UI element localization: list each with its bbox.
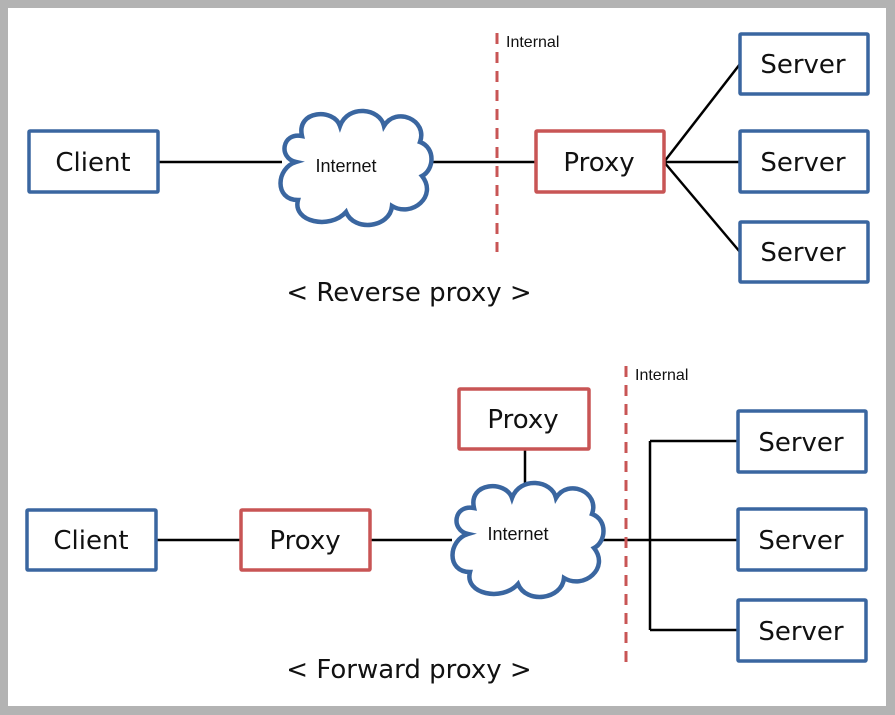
proxy-node: Proxy — [534, 129, 666, 194]
proxy-label: Proxy — [487, 405, 558, 435]
server-label: Server — [758, 428, 844, 458]
client-node: Client — [27, 129, 160, 194]
internal-label: Internal — [506, 34, 559, 51]
server-label: Server — [760, 148, 846, 178]
reverse-proxy-caption: < Reverse proxy > — [286, 278, 531, 308]
proxy-label: Proxy — [269, 526, 340, 556]
server-label: Server — [760, 238, 846, 268]
internet-cloud: Internet — [281, 111, 432, 225]
internet-label: Internet — [315, 156, 376, 176]
server-label: Server — [758, 617, 844, 647]
server-node: Server — [738, 129, 870, 194]
internal-label: Internal — [635, 367, 688, 384]
server-label: Server — [758, 526, 844, 556]
proxy-diagram: Internal Client Internet Proxy Server Se… — [8, 8, 886, 706]
server-node: Server — [738, 32, 870, 96]
proxy-node: Proxy — [239, 508, 372, 572]
client-label: Client — [53, 526, 128, 556]
internet-label: Internet — [487, 524, 548, 544]
server-node: Server — [736, 507, 868, 572]
proxy-label: Proxy — [563, 148, 634, 178]
client-node: Client — [25, 508, 158, 572]
server-node: Server — [738, 220, 870, 284]
client-label: Client — [55, 148, 130, 178]
proxy-node: Proxy — [457, 387, 591, 451]
server-node: Server — [736, 409, 868, 474]
forward-proxy-caption: < Forward proxy > — [286, 655, 531, 685]
internet-cloud: Internet — [453, 483, 604, 597]
server-label: Server — [760, 50, 846, 80]
server-node: Server — [736, 598, 868, 663]
